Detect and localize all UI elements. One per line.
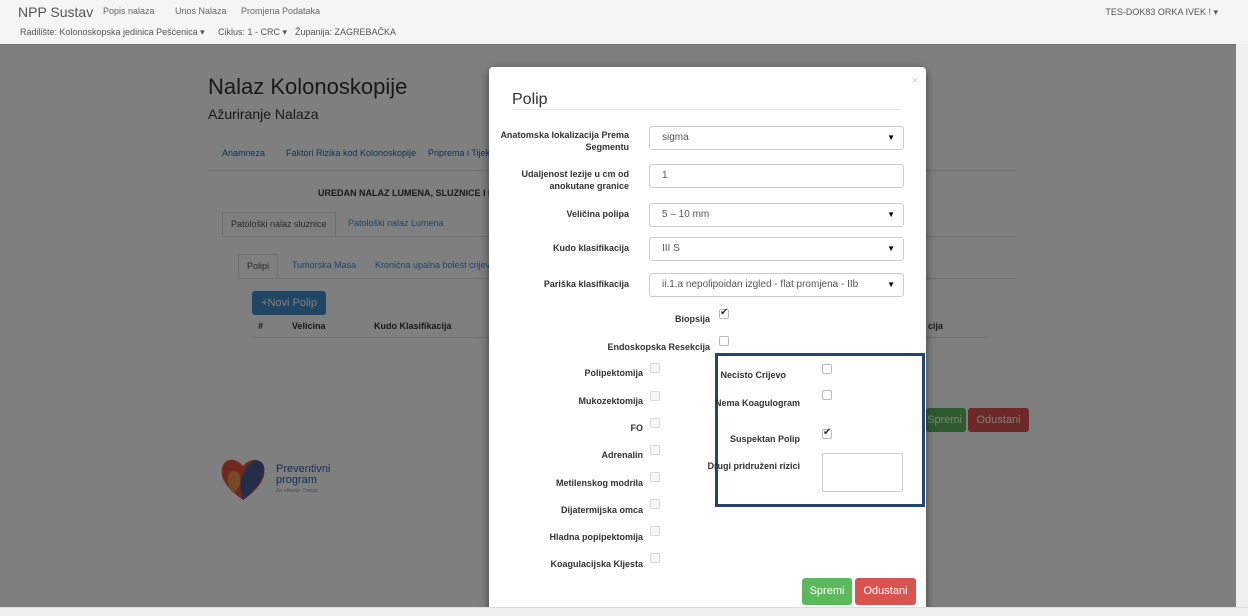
endoskopska-resekcija-label: Endoskopska Resekcija <box>607 342 710 352</box>
suspektan-polip-label: Suspektan Polip <box>729 434 800 444</box>
metilenskog-modrila-label: Metilenskog modrila <box>555 478 643 488</box>
ciklus-dropdown[interactable]: Ciklus: 1 - CRC ▾ <box>218 27 287 38</box>
top-navbar: NPP Sustav Popis nalaza Unos Nalaza Prom… <box>0 0 1248 45</box>
velicina-select[interactable]: 5 – 10 mm ▼ <box>649 203 904 227</box>
anatomska-select[interactable]: sigma ▼ <box>649 126 904 150</box>
hladna-popipektomija-checkbox[interactable] <box>650 526 660 536</box>
brand[interactable]: NPP Sustav <box>18 4 93 20</box>
polipektomija-checkbox[interactable] <box>650 363 660 373</box>
close-icon[interactable]: × <box>912 75 918 87</box>
necisto-crijevo-label: Necisto Crijevo <box>720 370 786 380</box>
mukozektomija-label: Mukozektomija <box>578 396 643 406</box>
pariska-label: Pariška klasifikacija <box>543 279 629 289</box>
dijatermijska-omca-checkbox[interactable] <box>650 499 660 509</box>
chevron-down-icon: ▼ <box>887 244 895 253</box>
modal-cancel-button[interactable]: Odustani <box>855 578 916 605</box>
necisto-crijevo-checkbox[interactable] <box>822 364 832 374</box>
biopsija-checkbox[interactable]: ✔ <box>719 307 729 319</box>
dijatermijska-omca-label: Dijatermijska omca <box>560 505 643 515</box>
zupanija-label: Županija: ZAGREBAČKA <box>295 27 397 37</box>
horizontal-scrollbar[interactable] <box>0 607 1248 616</box>
chevron-down-icon: ▼ <box>887 280 895 289</box>
nav-unos-nalaza[interactable]: Unos Nalaza <box>175 6 227 16</box>
fo-checkbox[interactable] <box>650 418 660 428</box>
suspektan-polip-checkbox[interactable]: ✔ <box>822 427 832 439</box>
polipektomija-label: Polipektomija <box>584 368 643 378</box>
adrenalin-label: Adrenalin <box>601 450 643 460</box>
drugi-rizici-label: Drugi pridruženi rizici <box>707 461 800 471</box>
nav-promjena-podataka[interactable]: Promjena Podataka <box>241 6 320 16</box>
polip-modal: × Polip Anatomska lokalizacija Prema Seg… <box>489 67 926 616</box>
radiliste-dropdown[interactable]: Radilište: Kolonoskopska jedinica Pešćen… <box>20 27 205 38</box>
adrenalin-checkbox[interactable] <box>650 445 660 455</box>
kudo-select[interactable]: III S ▼ <box>649 237 904 261</box>
nema-koagulogram-checkbox[interactable] <box>822 390 832 400</box>
check-icon: ✔ <box>720 307 729 318</box>
modal-save-button[interactable]: Spremi <box>802 578 852 605</box>
udaljenost-label: Udaljenost lezije u cm od anokutane gran… <box>521 169 629 191</box>
drugi-rizici-textarea[interactable] <box>822 453 903 492</box>
hladna-popipektomija-label: Hladna popipektomija <box>549 532 643 542</box>
user-menu[interactable]: TES-DOK83 ORKA IVEK ! ▾ <box>1105 7 1218 18</box>
velicina-label: Veličina polipa <box>566 209 629 219</box>
fo-label: FO <box>630 423 644 433</box>
chevron-down-icon: ▼ <box>887 210 895 219</box>
nema-koagulogram-label: Nema Koagulogram <box>714 398 800 408</box>
chevron-down-icon: ▼ <box>887 133 895 142</box>
nav-popis-nalaza[interactable]: Popis nalaza <box>103 6 155 16</box>
koagulacijska-kljesta-label: Koagulacijska Kljesta <box>550 559 643 569</box>
koagulacijska-kljesta-checkbox[interactable] <box>650 553 660 563</box>
check-icon: ✔ <box>823 427 832 438</box>
endoskopska-resekcija-checkbox[interactable] <box>719 336 729 346</box>
metilenskog-modrila-checkbox[interactable] <box>650 472 660 482</box>
pariska-select[interactable]: ii.1.a nepolipoidan izgled - flat promje… <box>649 273 904 297</box>
kudo-label: Kudo klasifikacija <box>552 243 629 253</box>
modal-header-divider <box>512 109 901 110</box>
udaljenost-input[interactable]: 1 <box>649 164 904 188</box>
anatomska-label: Anatomska lokalizacija Prema Segmentu <box>500 130 629 152</box>
vertical-scrollbar[interactable] <box>1236 44 1248 610</box>
biopsija-label: Biopsija <box>674 314 710 324</box>
modal-title: Polip <box>512 91 548 108</box>
mukozektomija-checkbox[interactable] <box>650 391 660 401</box>
